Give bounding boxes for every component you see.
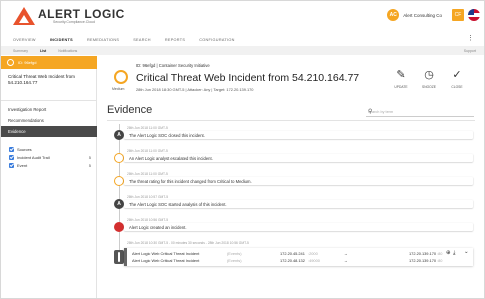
language-flag-icon[interactable]	[468, 9, 480, 21]
evidence-heading: Evidence	[107, 104, 153, 116]
app-window: ALERT LOGIC Security.Compliance.Cloud AC…	[0, 0, 485, 299]
checkbox-checked-icon[interactable]	[9, 163, 14, 168]
event-name[interactable]: Alert Logic Web Critical Threat Incident	[132, 258, 199, 263]
main-nav: OVERVIEW INCIDENTS REMEDIATIONS SEARCH REPOR…	[1, 34, 484, 46]
nav-item-incidents[interactable]: INCIDENTS	[50, 38, 73, 42]
timeline-text: The threat rating for this incident chan…	[129, 179, 252, 184]
timeline-date: 28th Jun 2018 11:00 GMT-5	[127, 126, 168, 130]
timeline-card[interactable]: An Alert Logic analyst escalated this in…	[124, 154, 473, 162]
filter-incident-audit-trail[interactable]: Incident Audit Trail 5	[9, 155, 91, 160]
brand-name: ALERT LOGIC	[38, 7, 125, 21]
timeline-date: 28th Jun 2018 10:57 GMT-5	[127, 195, 169, 199]
chevron-down-icon[interactable]: ⌄	[464, 249, 469, 255]
incident-title: Critical Threat Web Incident from 54.210…	[136, 72, 360, 84]
status-change-icon	[114, 153, 124, 163]
flow-arrow-icon: →	[344, 251, 348, 256]
timeline-text: The Alert Logic SOC closed this incident…	[129, 133, 205, 138]
search-icon[interactable]: ⚲	[368, 108, 472, 115]
support-link[interactable]: Support	[464, 49, 476, 53]
timeline-card[interactable]: The Alert Logic SOC started analysis of …	[124, 200, 473, 208]
event-tag: (Events)	[227, 258, 242, 263]
alert-logic-avatar-icon: A	[114, 199, 124, 209]
timeline-card[interactable]: The threat rating for this incident chan…	[124, 177, 473, 185]
add-icon[interactable]: ⊕	[446, 250, 451, 256]
destination-port: :80	[437, 258, 443, 263]
download-icon[interactable]: ⤓	[453, 250, 455, 257]
more-menu-icon[interactable]: ⋮	[467, 34, 474, 42]
sub-nav: Summary List Notifications Support	[1, 46, 484, 55]
timeline-text: Alert Logic created an incident.	[129, 225, 187, 230]
timeline-text: The Alert Logic SOC started analysis of …	[129, 202, 227, 207]
pencil-icon: ✎	[396, 69, 406, 81]
incident-header: Medium ID: 96efgd | Container Security I…	[104, 63, 479, 101]
checkbox-checked-icon[interactable]	[9, 155, 14, 160]
nav-item-configuration[interactable]: CONFIGURATION	[199, 38, 234, 42]
event-tag: (Events)	[227, 251, 242, 256]
timeline-text: An Alert Logic analyst escalated this in…	[129, 156, 213, 161]
top-bar: ALERT LOGIC Security.Compliance.Cloud AC…	[1, 1, 484, 31]
clock-icon: ◷	[424, 69, 434, 81]
account-switcher[interactable]: Alert Consulting Co	[403, 13, 442, 18]
alert-logic-avatar-icon: A	[114, 130, 124, 140]
source-ip: 172.20.48.132	[280, 258, 305, 263]
nav-item-reports[interactable]: REPORTS	[165, 38, 185, 42]
source-ip: 172.20.45.241	[280, 251, 305, 256]
incident-title-side: Critical Threat Web Incident from 54.210…	[8, 74, 75, 85]
alert-created-icon	[114, 222, 124, 232]
nav-item-search[interactable]: SEARCH	[133, 38, 151, 42]
timeline-line	[119, 124, 120, 256]
timeline-date: 28th Jun 2018 11:00 GMT-5	[127, 172, 168, 176]
event-group-icon[interactable]	[114, 250, 124, 264]
threat-level-icon	[114, 70, 128, 84]
timeline-card[interactable]: The Alert Logic SOC closed this incident…	[124, 131, 473, 139]
threat-circle-icon	[7, 59, 14, 66]
source-port: :49000	[308, 258, 320, 263]
account-avatar[interactable]: AC	[387, 9, 400, 21]
sidebar-link-investigation-report[interactable]: Investigation Report	[8, 107, 46, 112]
destination-ip: 172.20.139.170	[409, 251, 437, 256]
checkmark-icon: ✓	[452, 69, 462, 81]
threat-level-label: Medium	[112, 87, 125, 91]
subnav-item-notifications[interactable]: Notifications	[58, 49, 77, 53]
subnav-item-summary[interactable]: Summary	[13, 49, 28, 53]
alert-logic-logo[interactable]: ALERT LOGIC Security.Compliance.Cloud	[13, 7, 133, 29]
filter-event[interactable]: Event 5	[9, 163, 91, 168]
source-port: :2000	[308, 251, 318, 256]
filter-sources[interactable]: Sources	[9, 147, 91, 152]
update-button[interactable]: ✎ UPDATE	[389, 69, 413, 89]
status-change-icon	[114, 176, 124, 186]
checkbox-checked-icon[interactable]	[9, 147, 14, 152]
flow-arrow-icon: →	[344, 258, 348, 263]
nav-item-overview[interactable]: OVERVIEW	[13, 38, 36, 42]
timeline-date: 28th Jun 2018 10:56 GMT-5	[127, 218, 169, 222]
divider	[107, 120, 475, 121]
incident-meta: ID: 96efgd | Container Security Initiati…	[136, 63, 210, 68]
event-table[interactable]: Alert Logic Web Critical Threat Incident…	[124, 248, 473, 266]
incident-id-banner: ID: 96efgd	[1, 56, 97, 69]
sidebar-link-evidence[interactable]: Evidence	[1, 126, 97, 137]
nav-item-remediations[interactable]: REMEDIATIONS	[87, 38, 119, 42]
brand-tagline: Security.Compliance.Cloud	[53, 20, 95, 24]
incident-id: ID: 96efgd	[18, 60, 37, 65]
close-button[interactable]: ✓ CLOSE	[445, 69, 469, 89]
evidence-search-input[interactable]: search by term ⚲	[366, 108, 474, 117]
subnav-item-list[interactable]: List	[40, 49, 46, 53]
user-avatar[interactable]: CF	[452, 9, 464, 21]
event-name[interactable]: Alert Logic Web Critical Threat Incident	[132, 251, 199, 256]
destination-port: :80	[437, 251, 443, 256]
account-area: AC Alert Consulting Co CF	[387, 7, 480, 23]
timeline-date: 28th Jun 2018 11:00 GMT-5	[127, 149, 168, 153]
incident-details: 28th Jun 2018 18:30 GMT-5 | Attacker: An…	[136, 87, 254, 92]
destination-ip: 172.20.139.170	[409, 258, 437, 263]
incident-sidebar: ID: 96efgd Critical Threat Web Incident …	[1, 56, 97, 298]
snooze-button[interactable]: ◷ SNOOZE	[417, 69, 441, 89]
sidebar-link-recommendations[interactable]: Recommendations	[8, 118, 44, 123]
divider	[1, 100, 97, 101]
timeline-card[interactable]: Alert Logic created an incident.	[124, 223, 473, 231]
